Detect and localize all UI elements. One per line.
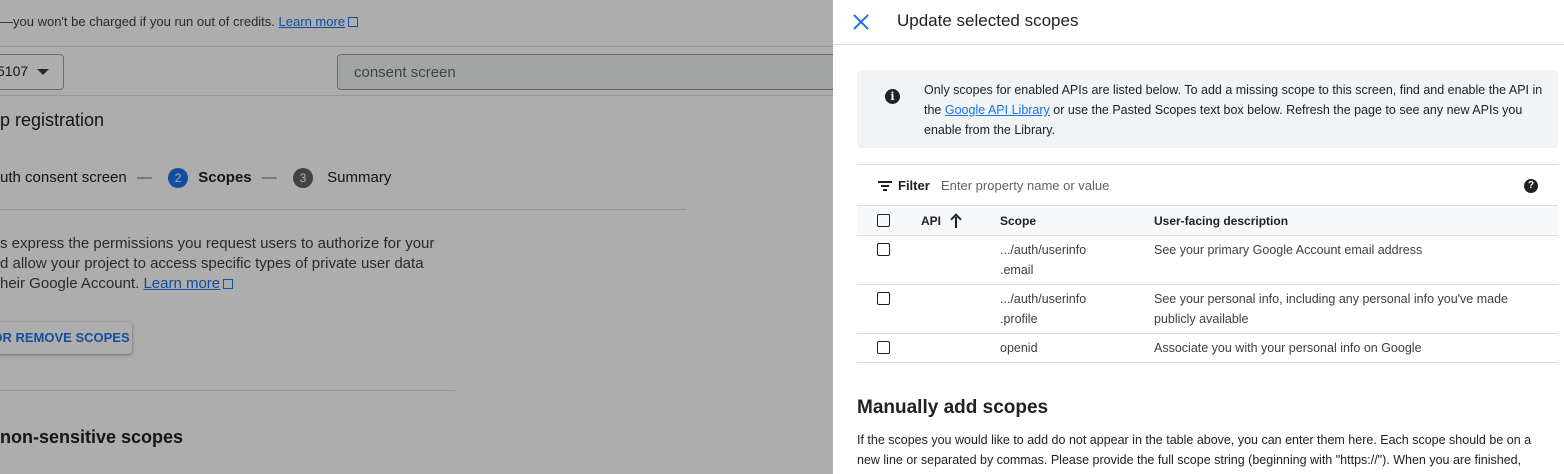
scope-cell: openid <box>1000 338 1038 358</box>
help-icon[interactable]: ? <box>1524 179 1538 193</box>
description-cell: Associate you with your personal info on… <box>1154 341 1422 355</box>
filter-label: Filter <box>898 178 930 193</box>
table-header: API Scope User-facing description <box>857 205 1558 236</box>
column-header-description[interactable]: User-facing description <box>1154 214 1288 228</box>
table-row[interactable]: openid Associate you with your personal … <box>857 334 1558 363</box>
modal-scrim[interactable] <box>0 0 833 474</box>
info-icon: i <box>885 89 900 104</box>
manual-scopes-heading: Manually add scopes <box>857 397 1049 418</box>
panel-title: Update selected scopes <box>897 11 1079 30</box>
column-header-api[interactable]: API <box>921 214 941 228</box>
column-header-scope[interactable]: Scope <box>1000 214 1036 228</box>
description-cell: See your personal info, including any pe… <box>1154 292 1508 326</box>
info-text: Only scopes for enabled APIs are listed … <box>924 80 1544 140</box>
scope-line: .email <box>1000 263 1034 277</box>
row-checkbox[interactable] <box>877 341 890 354</box>
scope-line: .../auth/userinfo <box>1000 243 1087 257</box>
table-row[interactable]: .../auth/userinfo .profile See your pers… <box>857 285 1558 334</box>
description-cell: See your primary Google Account email ad… <box>1154 243 1423 257</box>
sort-ascending-icon[interactable] <box>949 214 963 228</box>
update-scopes-panel: Update selected scopes i Only scopes for… <box>833 0 1564 474</box>
filter-bar: Filter Enter property name or value ? <box>857 164 1558 205</box>
scope-line: .../auth/userinfo <box>1000 292 1087 306</box>
close-icon[interactable] <box>851 12 871 32</box>
row-checkbox[interactable] <box>877 292 890 305</box>
scope-cell: .../auth/userinfo .email <box>1000 240 1086 280</box>
select-all-checkbox[interactable] <box>877 214 890 227</box>
scope-line: .profile <box>1000 312 1038 326</box>
scope-cell: .../auth/userinfo .profile <box>1000 289 1086 329</box>
scopes-table: API Scope User-facing description .../au… <box>857 205 1558 363</box>
row-checkbox[interactable] <box>877 243 890 256</box>
filter-input[interactable]: Enter property name or value <box>941 178 1109 193</box>
google-api-library-link[interactable]: Google API Library <box>945 103 1050 117</box>
panel-header: Update selected scopes <box>833 0 1564 45</box>
filter-icon <box>878 181 892 191</box>
manual-scopes-text: If the scopes you would like to add do n… <box>857 433 1532 467</box>
info-callout: i Only scopes for enabled APIs are liste… <box>857 70 1558 148</box>
table-row[interactable]: .../auth/userinfo .email See your primar… <box>857 236 1558 285</box>
scope-line: openid <box>1000 341 1038 355</box>
